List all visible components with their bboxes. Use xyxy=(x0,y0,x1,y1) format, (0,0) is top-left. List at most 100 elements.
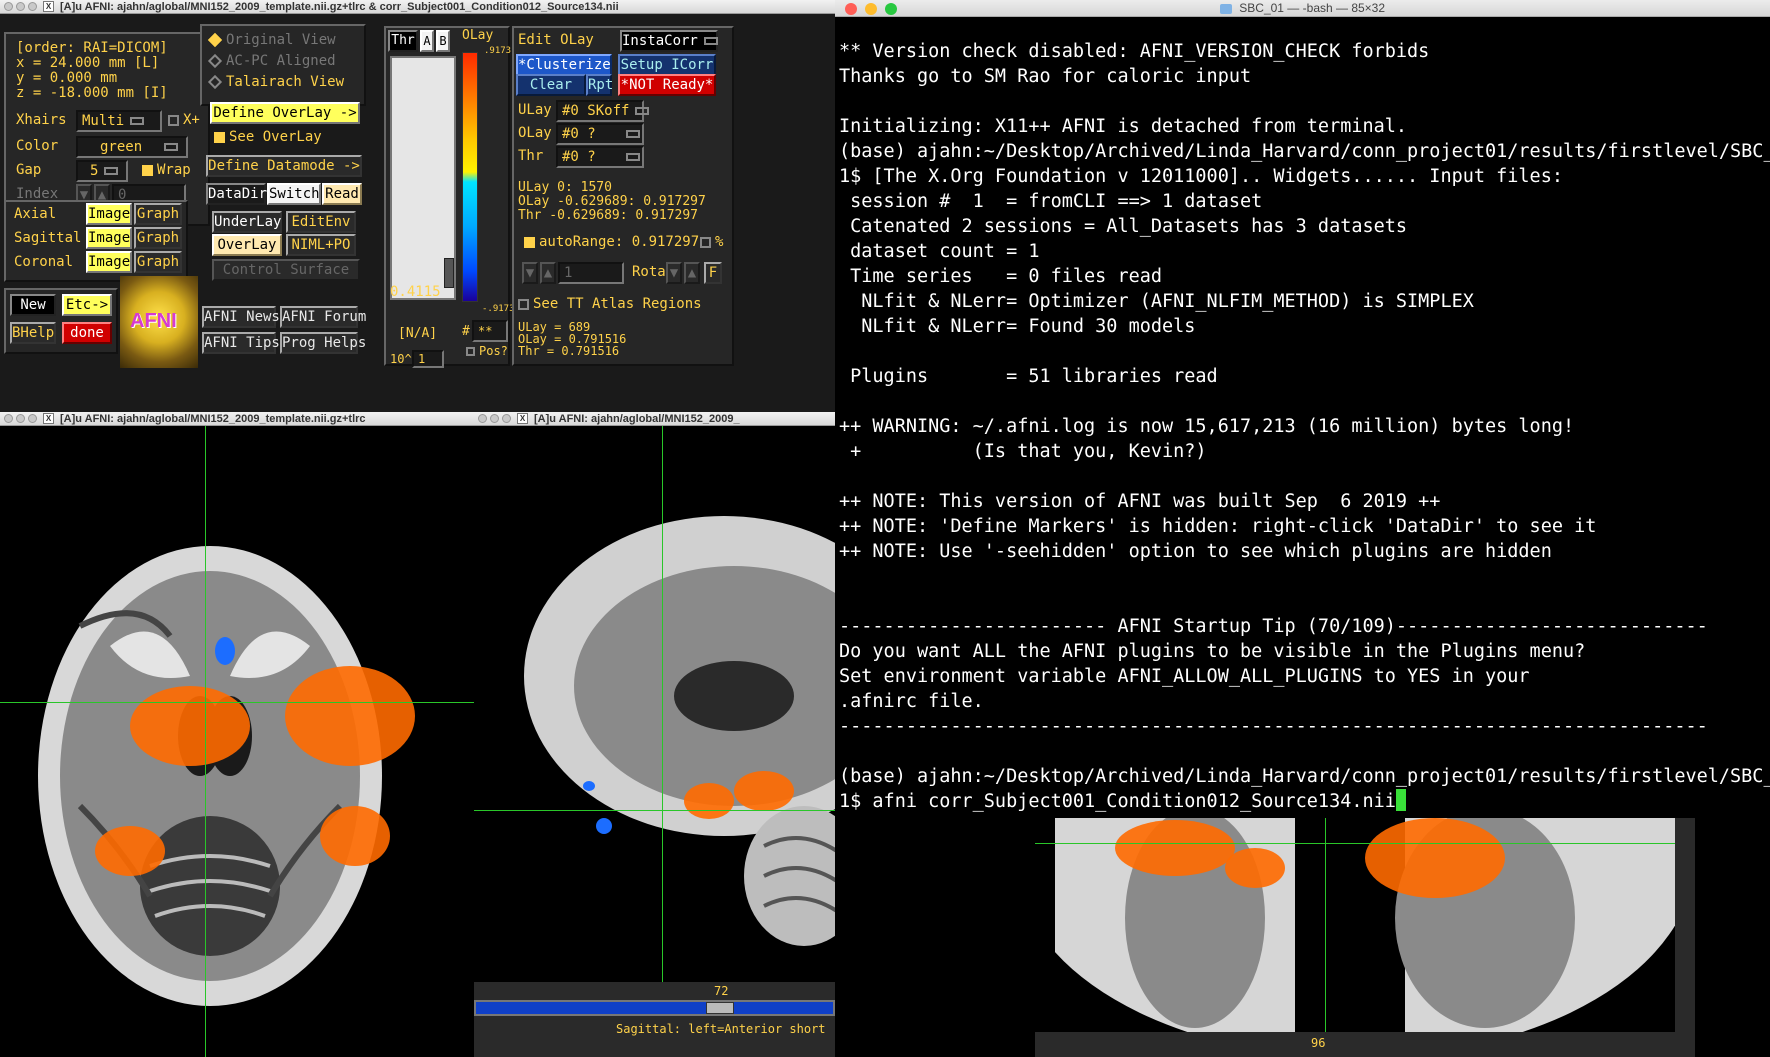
afni-forum-button[interactable]: AFNI Forum xyxy=(280,306,366,328)
afni-controller-window: [order: RAI=DICOM] x = 24.000 mm [L] y =… xyxy=(0,14,835,412)
rota-down-arrow-2[interactable]: ▼ xyxy=(666,262,682,284)
setup-icorr-button[interactable]: Setup ICorr xyxy=(618,54,716,76)
thr-label-button[interactable]: Thr xyxy=(388,30,418,52)
olay-menu[interactable]: #0 ? xyxy=(556,123,644,145)
sagittal-viewer-titlebar[interactable]: X [A]u AFNI: ajahn/aglobal/MNI152_2009_ xyxy=(474,412,835,426)
sagittal-slice-slider[interactable] xyxy=(474,1000,835,1016)
terminal-line: (base) ajahn:~/Desktop/Archived/Linda_Ha… xyxy=(839,141,1770,162)
overlay-button[interactable]: OverLay xyxy=(212,234,282,256)
gap-label: Gap xyxy=(16,162,42,178)
axial-graph-button[interactable]: Graph xyxy=(134,203,182,225)
clear-button[interactable]: Clear xyxy=(516,74,586,96)
radio-selected-icon xyxy=(207,32,223,48)
underlay-button[interactable]: UnderLay xyxy=(212,211,282,233)
color-menu[interactable]: green xyxy=(76,136,188,158)
axial-image-viewer[interactable] xyxy=(0,426,474,1057)
clusterize-button[interactable]: *Clusterize xyxy=(516,54,612,76)
instacorr-menu[interactable]: InstaCorr xyxy=(620,30,718,52)
afni-tips-button[interactable]: AFNI Tips xyxy=(202,332,280,354)
colorbar[interactable] xyxy=(462,52,478,302)
sagittal-crosshair-horizontal xyxy=(474,810,835,811)
afni-news-button[interactable]: AFNI News xyxy=(202,306,280,328)
ulay-menu[interactable]: #0 SKoff xyxy=(556,100,650,122)
window-buttons[interactable] xyxy=(4,414,37,423)
autorange-toggle[interactable]: autoRange: 0.917297 xyxy=(524,234,699,250)
threshold-slider-thumb[interactable] xyxy=(444,258,454,288)
percent-toggle[interactable]: % xyxy=(700,234,723,250)
menu-indicator-icon xyxy=(625,130,640,138)
afni-controller-titlebar[interactable]: X [A]u AFNI: ajahn/aglobal/MNI152_2009_t… xyxy=(0,0,835,14)
terminal-output[interactable]: ** Version check disabled: AFNI_VERSION_… xyxy=(835,17,1770,817)
coronal-image-viewer[interactable]: 96 xyxy=(835,818,1770,1057)
terminal-window[interactable]: SBC_01 — -bash — 85×32 ** Version check … xyxy=(835,0,1770,818)
etc-button[interactable]: Etc-> xyxy=(62,294,112,316)
axial-viewer-titlebar[interactable]: X [A]u AFNI: ajahn/aglobal/MNI152_2009_t… xyxy=(0,412,474,426)
window-buttons[interactable] xyxy=(4,2,37,11)
terminal-line: ------------------------ AFNI Startup Ti… xyxy=(839,616,1708,637)
hash-label: # xyxy=(462,324,470,339)
rpt-button[interactable]: Rpt xyxy=(586,74,613,96)
sagittal-image-viewer[interactable]: 72 Sagittal: left=Anterior short xyxy=(474,426,835,1057)
edit-olay-label: Edit OLay xyxy=(518,32,594,48)
editenv-button[interactable]: EditEnv xyxy=(286,211,356,233)
view-acpc[interactable]: AC-PC Aligned xyxy=(207,53,336,69)
sagittal-graph-button[interactable]: Graph xyxy=(134,227,182,249)
not-ready-button[interactable]: *NOT Ready* xyxy=(618,74,716,96)
datadir-button[interactable]: DataDir xyxy=(206,183,267,205)
niml-button[interactable]: NIML+PO xyxy=(286,234,356,256)
thr-menu[interactable]: #0 ? xyxy=(556,146,644,168)
axial-image-button[interactable]: Image xyxy=(86,203,132,225)
thr-b-button[interactable]: B xyxy=(436,30,450,52)
f-button[interactable]: F xyxy=(704,262,722,284)
wrap-toggle[interactable]: Wrap xyxy=(142,162,191,178)
rota-down-arrow[interactable]: ▼ xyxy=(522,262,538,284)
terminal-line: Do you want ALL the AFNI plugins to be v… xyxy=(839,641,1586,662)
switch-button[interactable]: Switch xyxy=(267,183,321,205)
done-button[interactable]: done xyxy=(62,322,112,344)
rota-up-arrow-2[interactable]: ▲ xyxy=(684,262,700,284)
hash-menu[interactable]: ** xyxy=(472,320,508,342)
rota-up-arrow[interactable]: ▲ xyxy=(540,262,556,284)
window-buttons[interactable] xyxy=(478,414,511,423)
power-label: 10^ xyxy=(390,352,412,366)
view-original[interactable]: Original View xyxy=(207,32,336,48)
control-surface-button[interactable]: Control Surface xyxy=(212,259,360,281)
xplus-toggle[interactable]: X+ xyxy=(168,112,200,128)
traffic-lights[interactable] xyxy=(845,3,897,15)
pos-toggle[interactable]: Pos? xyxy=(466,344,508,358)
threshold-slider-track[interactable] xyxy=(390,56,456,300)
close-window-icon[interactable] xyxy=(845,3,857,15)
sagittal-image-button[interactable]: Image xyxy=(86,227,132,249)
percent-label: % xyxy=(715,234,724,250)
threshold-pvalue: [N/A] xyxy=(398,326,438,341)
coronal-image-button[interactable]: Image xyxy=(86,251,132,273)
xhairs-menu[interactable]: Multi xyxy=(76,110,162,132)
see-tt-atlas-toggle[interactable]: See TT Atlas Regions xyxy=(518,296,702,312)
gap-menu[interactable]: 5 xyxy=(76,160,128,182)
rota-field[interactable]: 1 xyxy=(558,262,624,284)
define-overlay-button[interactable]: Define OverLay -> xyxy=(210,102,360,124)
radio-icon xyxy=(207,53,223,69)
read-button[interactable]: Read xyxy=(322,183,362,205)
bhelp-button[interactable]: BHelp xyxy=(10,322,56,344)
terminal-prompt-line[interactable]: 1$ afni corr_Subject001_Condition012_Sou… xyxy=(839,789,1770,814)
afni-logo[interactable]: AFNI xyxy=(120,276,198,368)
coronal-slider-strip[interactable]: 96 xyxy=(1035,1032,1695,1057)
minimize-window-icon[interactable] xyxy=(865,3,877,15)
see-overlay-toggle[interactable]: See OverLay xyxy=(214,129,322,145)
new-button[interactable]: New xyxy=(10,294,56,316)
coronal-graph-button[interactable]: Graph xyxy=(134,251,182,273)
thr-a-button[interactable]: A xyxy=(420,30,434,52)
view-mode-panel: Original View AC-PC Aligned Talairach Vi… xyxy=(200,24,366,106)
terminal-titlebar[interactable]: SBC_01 — -bash — 85×32 xyxy=(835,0,1770,17)
zoom-window-icon[interactable] xyxy=(885,3,897,15)
sagittal-window-title: [A]u AFNI: ajahn/aglobal/MNI152_2009_ xyxy=(534,412,740,425)
hash-value: ** xyxy=(478,324,493,338)
view-talairach[interactable]: Talairach View xyxy=(207,74,344,90)
sagittal-slider-thumb[interactable] xyxy=(706,1002,734,1014)
define-datamode-button[interactable]: Define Datamode -> xyxy=(206,155,362,177)
power-menu[interactable]: 1 xyxy=(412,350,444,368)
prog-helps-button[interactable]: Prog Helps xyxy=(280,332,366,354)
